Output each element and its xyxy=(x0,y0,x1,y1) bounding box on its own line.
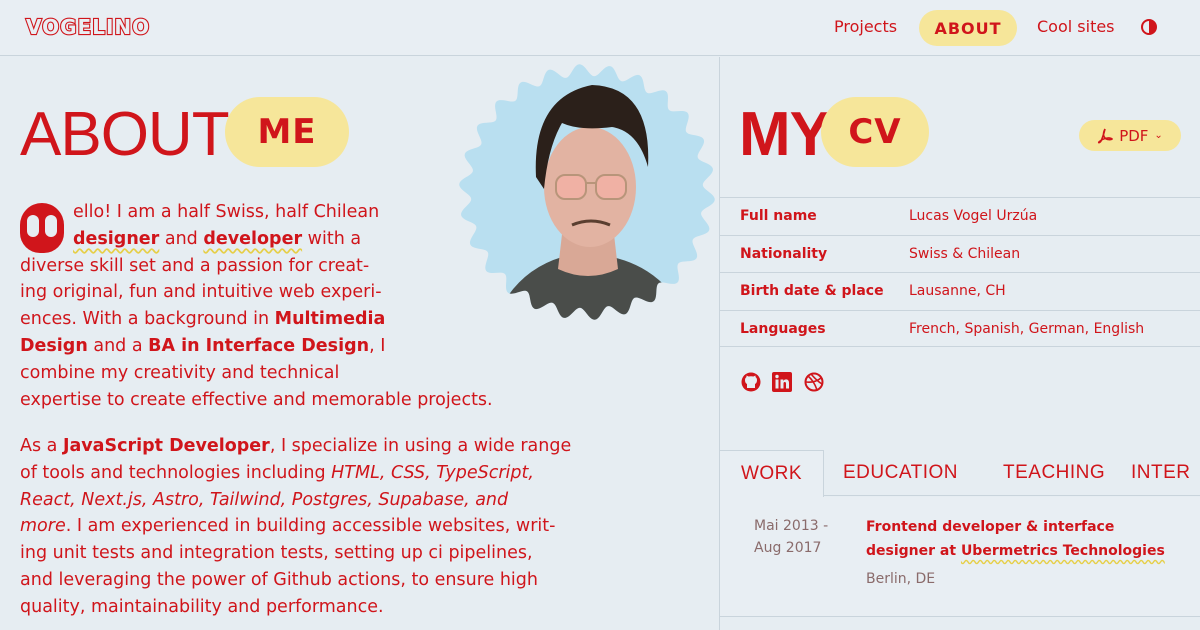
tab-work[interactable]: WORK xyxy=(720,450,824,497)
text-line: As a JavaScript Developer, I specialize … xyxy=(20,436,572,456)
nav-cool-sites-link[interactable]: Cool sites xyxy=(1037,17,1115,36)
info-row: Nationality Swiss & Chilean xyxy=(720,234,1200,273)
text-line: Design and a BA in Interface Design, I xyxy=(20,335,386,356)
pdf-icon xyxy=(1098,128,1114,143)
text-line: ello! I am a half Swiss, half Chilean xyxy=(73,202,380,222)
text-line: ing unit tests and integration tests, se… xyxy=(20,543,533,564)
cv-heading: MY xyxy=(739,100,831,169)
about-section: ABOUT ME ello! I am a half Swiss, half C… xyxy=(0,57,719,630)
job-title-line: Frontend developer & interface xyxy=(866,519,1115,535)
tab-interests[interactable]: INTER xyxy=(1131,450,1191,496)
text-line: and leveraging the power of Github actio… xyxy=(20,569,538,590)
chevron-down-icon: ⌄ xyxy=(1154,130,1163,141)
tab-teaching[interactable]: TEACHING xyxy=(1003,450,1105,496)
info-value: Lausanne, CH xyxy=(909,283,1006,299)
info-row: Languages French, Spanish, German, Engli… xyxy=(720,309,1200,347)
linkedin-icon[interactable] xyxy=(771,371,793,393)
info-key: Nationality xyxy=(740,245,828,262)
info-value: Lucas Vogel Urzúa xyxy=(909,208,1038,224)
job-date-from: Mai 2013 - xyxy=(754,518,829,534)
github-icon[interactable] xyxy=(740,371,762,393)
intro-paragraph: ello! I am a half Swiss, half Chilean de… xyxy=(20,199,520,413)
text-line: more. I am experienced in building acces… xyxy=(20,516,556,537)
pdf-download-button[interactable]: PDF ⌄ xyxy=(1079,120,1181,151)
me-pill: ME xyxy=(225,97,349,167)
company-link[interactable]: Ubermetrics Technologies xyxy=(961,543,1165,559)
text-line: of tools and technologies including HTML… xyxy=(20,462,534,483)
info-key: Birth date & place xyxy=(740,283,884,299)
tab-education[interactable]: EDUCATION xyxy=(843,450,958,496)
dribbble-icon[interactable] xyxy=(803,371,825,393)
info-row: Birth date & place Lausanne, CH xyxy=(720,272,1200,310)
job-title: Frontend developer & interface designer … xyxy=(866,515,1186,563)
text-line: quality, maintainability and performance… xyxy=(20,596,384,617)
job-location: Berlin, DE xyxy=(866,571,936,587)
text-line: expertise to create effective and memora… xyxy=(20,389,493,410)
cv-section: MY CV PDF ⌄ Full name Lucas Vogel Urzúa … xyxy=(719,57,1200,630)
info-key: Languages xyxy=(740,320,826,337)
nav-about-link[interactable]: ABOUT xyxy=(919,10,1017,46)
text-line: designer and developer with a xyxy=(73,228,362,249)
personal-info-table: Full name Lucas Vogel Urzúa Nationality … xyxy=(720,197,1200,347)
job-date-to: Aug 2017 xyxy=(754,540,822,556)
job-title-prefix: designer at xyxy=(866,543,961,559)
theme-toggle-icon[interactable] xyxy=(1141,19,1157,35)
text-line: ing original, fun and intuitive web expe… xyxy=(20,282,382,303)
cv-tabs: WORK EDUCATION TEACHING INTER xyxy=(720,450,1200,497)
nav-projects-link[interactable]: Projects xyxy=(834,17,897,36)
text-line: diverse skill set and a passion for crea… xyxy=(20,255,370,276)
info-value: Swiss & Chilean xyxy=(909,245,1021,262)
job-title-line: designer at Ubermetrics Technologies xyxy=(866,539,1186,563)
cv-pill: CV xyxy=(821,97,929,167)
site-logo[interactable]: VOGELINO xyxy=(25,14,150,41)
job-dates: Mai 2013 - Aug 2017 xyxy=(754,515,828,559)
pdf-label: PDF xyxy=(1119,126,1149,145)
work-entry: Mai 2013 - Aug 2017 Frontend developer &… xyxy=(720,497,1200,617)
info-row: Full name Lucas Vogel Urzúa xyxy=(720,197,1200,235)
text-line: React, Next.js, Astro, Tailwind, Postgre… xyxy=(20,489,509,510)
text-line: combine my creativity and technical xyxy=(20,362,340,383)
info-key: Full name xyxy=(740,208,817,224)
about-heading: ABOUT xyxy=(20,100,230,169)
text-line: ences. With a background in Multimedia xyxy=(20,309,386,330)
info-value: French, Spanish, German, English xyxy=(909,320,1145,337)
skills-paragraph: As a JavaScript Developer, I specialize … xyxy=(20,433,590,621)
top-navigation: VOGELINO Projects ABOUT Cool sites xyxy=(0,0,1200,56)
